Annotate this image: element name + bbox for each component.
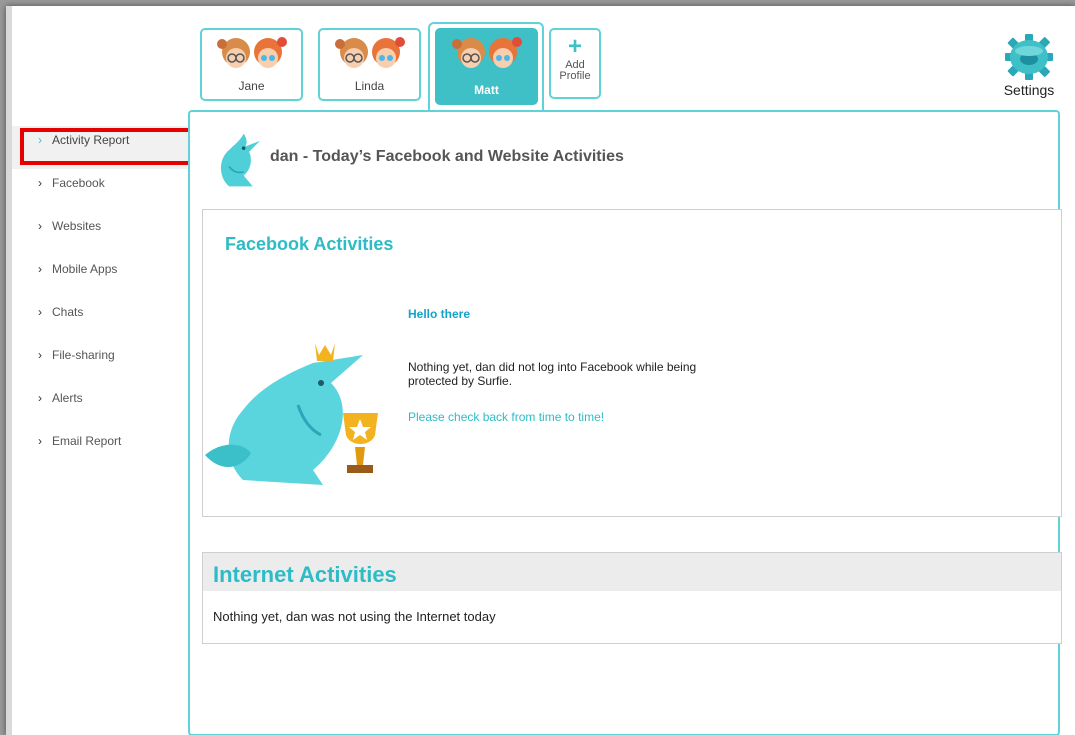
chevron-right-icon: ›: [38, 133, 42, 147]
sidebar-item-activity-report[interactable]: › Activity Report: [12, 126, 192, 169]
facebook-empty-message: Nothing yet, dan did not log into Facebo…: [408, 360, 697, 388]
chevron-right-icon: ›: [38, 391, 42, 405]
chevron-right-icon: ›: [38, 434, 42, 448]
sidebar: › Activity Report › Facebook › Websites …: [12, 126, 192, 470]
internet-activities-section: Internet Activities Nothing yet, dan was…: [202, 552, 1062, 644]
settings-label: Settings: [1003, 82, 1055, 98]
facebook-activities-section: Facebook Activities Hello there Nothing …: [202, 209, 1062, 517]
chevron-right-icon: ›: [38, 262, 42, 276]
facebook-activities-title: Facebook Activities: [225, 234, 394, 254]
sidebar-item-label: Alerts: [52, 391, 83, 405]
internet-empty-message: Nothing yet, dan was not using the Inter…: [213, 609, 496, 624]
internet-activities-title: Internet Activities: [203, 553, 1061, 591]
dolphin-trophy-illustration: [205, 343, 378, 485]
app-window: Jane Linda Matt + Add Profile Settings ›…: [6, 6, 1075, 735]
kids-avatar-icon: [217, 37, 287, 68]
check-back-text: Please check back from time to time!: [408, 410, 605, 424]
sidebar-item-websites[interactable]: › Websites: [12, 212, 192, 255]
sidebar-item-label: Chats: [52, 305, 84, 319]
main-panel: dan - Today’s Facebook and Website Activ…: [188, 110, 1062, 735]
profile-name: Matt: [474, 83, 499, 97]
profile-name: Jane: [238, 79, 265, 93]
profile-tab-jane[interactable]: Jane: [200, 28, 303, 101]
sidebar-item-facebook[interactable]: › Facebook: [12, 169, 192, 212]
sidebar-item-alerts[interactable]: › Alerts: [12, 384, 192, 427]
kids-avatar-icon: [335, 37, 405, 68]
page-title: dan - Today’s Facebook and Website Activ…: [270, 148, 624, 165]
gear-icon: [1005, 34, 1053, 80]
profile-name: Linda: [354, 79, 385, 93]
settings-button[interactable]: Settings: [994, 34, 1064, 104]
plus-icon: +: [567, 33, 582, 60]
greeting-text: Hello there: [408, 307, 471, 321]
dolphin-icon: [220, 133, 260, 187]
sidebar-item-email-report[interactable]: › Email Report: [12, 427, 192, 470]
chevron-right-icon: ›: [38, 305, 42, 319]
profile-tab-linda[interactable]: Linda: [318, 28, 421, 101]
add-profile-button[interactable]: + Add Profile: [549, 28, 601, 99]
profile-tab-matt[interactable]: Matt: [435, 28, 538, 105]
kids-avatar-icon: [452, 37, 522, 68]
sidebar-item-label: Facebook: [52, 176, 105, 190]
chevron-right-icon: ›: [38, 219, 42, 233]
sidebar-item-label: Email Report: [52, 434, 122, 448]
sidebar-item-label: Activity Report: [52, 133, 130, 147]
chevron-right-icon: ›: [38, 176, 42, 190]
sidebar-item-mobile-apps[interactable]: › Mobile Apps: [12, 255, 192, 298]
sidebar-item-file-sharing[interactable]: › File-sharing: [12, 341, 192, 384]
sidebar-item-label: Websites: [52, 219, 102, 233]
sidebar-item-label: Mobile Apps: [52, 262, 118, 276]
sidebar-item-chats[interactable]: › Chats: [12, 298, 192, 341]
chevron-right-icon: ›: [38, 348, 42, 362]
add-profile-label-line2: Profile: [559, 70, 591, 82]
sidebar-item-label: File-sharing: [52, 348, 115, 362]
